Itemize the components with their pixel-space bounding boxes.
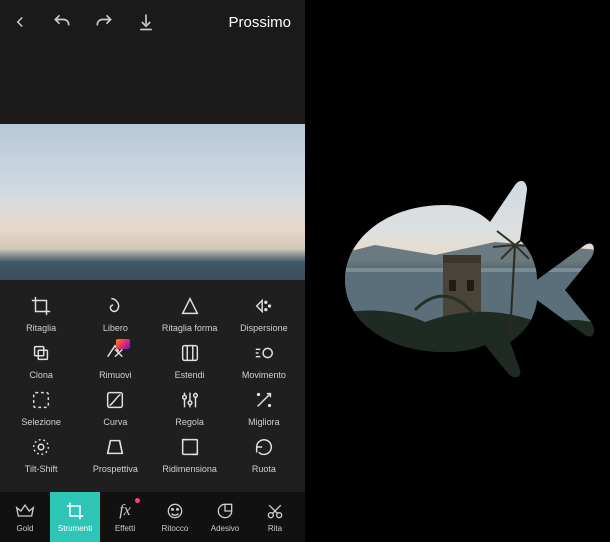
crop-icon: [29, 294, 53, 318]
tool-dispersione[interactable]: Dispersione: [229, 294, 299, 333]
bottom-adesivo[interactable]: Adesivo: [200, 492, 250, 542]
tool-ridimensiona[interactable]: Ridimensiona: [155, 435, 225, 474]
redo-icon[interactable]: [92, 10, 116, 34]
tool-ruota[interactable]: Ruota: [229, 435, 299, 474]
tool-ritaglia[interactable]: Ritaglia: [6, 294, 76, 333]
notification-dot-icon: [135, 498, 140, 503]
bottom-effetti[interactable]: fx Effetti: [100, 492, 150, 542]
bottom-gold[interactable]: Gold: [0, 492, 50, 542]
fx-icon: fx: [115, 501, 135, 521]
editor-panel: Prossimo Ritaglia Libero Ritaglia: [0, 0, 305, 542]
premium-badge-icon: [116, 339, 130, 349]
tools-icon: [65, 501, 85, 521]
dispersion-icon: [252, 294, 276, 318]
tool-tilt-shift[interactable]: Tilt-Shift: [6, 435, 76, 474]
tool-ritaglia-forma[interactable]: Ritaglia forma: [155, 294, 225, 333]
bottom-rita[interactable]: Rita: [250, 492, 300, 542]
cutout-icon: [265, 501, 285, 521]
tool-rimuovi[interactable]: Rimuovi: [80, 341, 150, 380]
tool-regola[interactable]: Regola: [155, 388, 225, 427]
undo-icon[interactable]: [50, 10, 74, 34]
sticker-icon: [215, 501, 235, 521]
stretch-icon: [178, 341, 202, 365]
shape-crop-icon: [178, 294, 202, 318]
tool-movimento[interactable]: Movimento: [229, 341, 299, 380]
selection-icon: [29, 388, 53, 412]
next-button[interactable]: Prossimo: [228, 14, 297, 31]
bottom-toolbar: Gold Strumenti fx Effetti Ritocco Adesiv…: [0, 492, 305, 542]
tool-curva[interactable]: Curva: [80, 388, 150, 427]
bottom-strumenti[interactable]: Strumenti: [50, 492, 100, 542]
fish-cutout: [315, 150, 600, 380]
tool-prospettiva[interactable]: Prospettiva: [80, 435, 150, 474]
motion-icon: [252, 341, 276, 365]
tool-clona[interactable]: Clona: [6, 341, 76, 380]
free-crop-icon: [103, 294, 127, 318]
tool-migliora[interactable]: Migliora: [229, 388, 299, 427]
download-icon[interactable]: [134, 10, 158, 34]
crown-icon: [15, 501, 35, 521]
tools-grid: Ritaglia Libero Ritaglia forma Dispersio…: [0, 280, 305, 492]
rotate-icon: [252, 435, 276, 459]
curve-icon: [103, 388, 127, 412]
tilt-shift-icon: [29, 435, 53, 459]
clone-icon: [29, 341, 53, 365]
perspective-icon: [103, 435, 127, 459]
adjust-icon: [178, 388, 202, 412]
top-toolbar: Prossimo: [0, 0, 305, 44]
tool-libero[interactable]: Libero: [80, 294, 150, 333]
back-icon[interactable]: [8, 10, 32, 34]
retouch-icon: [165, 501, 185, 521]
resize-icon: [178, 435, 202, 459]
result-panel: [305, 0, 610, 542]
tool-estendi[interactable]: Estendi: [155, 341, 225, 380]
tool-selezione[interactable]: Selezione: [6, 388, 76, 427]
bottom-ritocco[interactable]: Ritocco: [150, 492, 200, 542]
enhance-icon: [252, 388, 276, 412]
